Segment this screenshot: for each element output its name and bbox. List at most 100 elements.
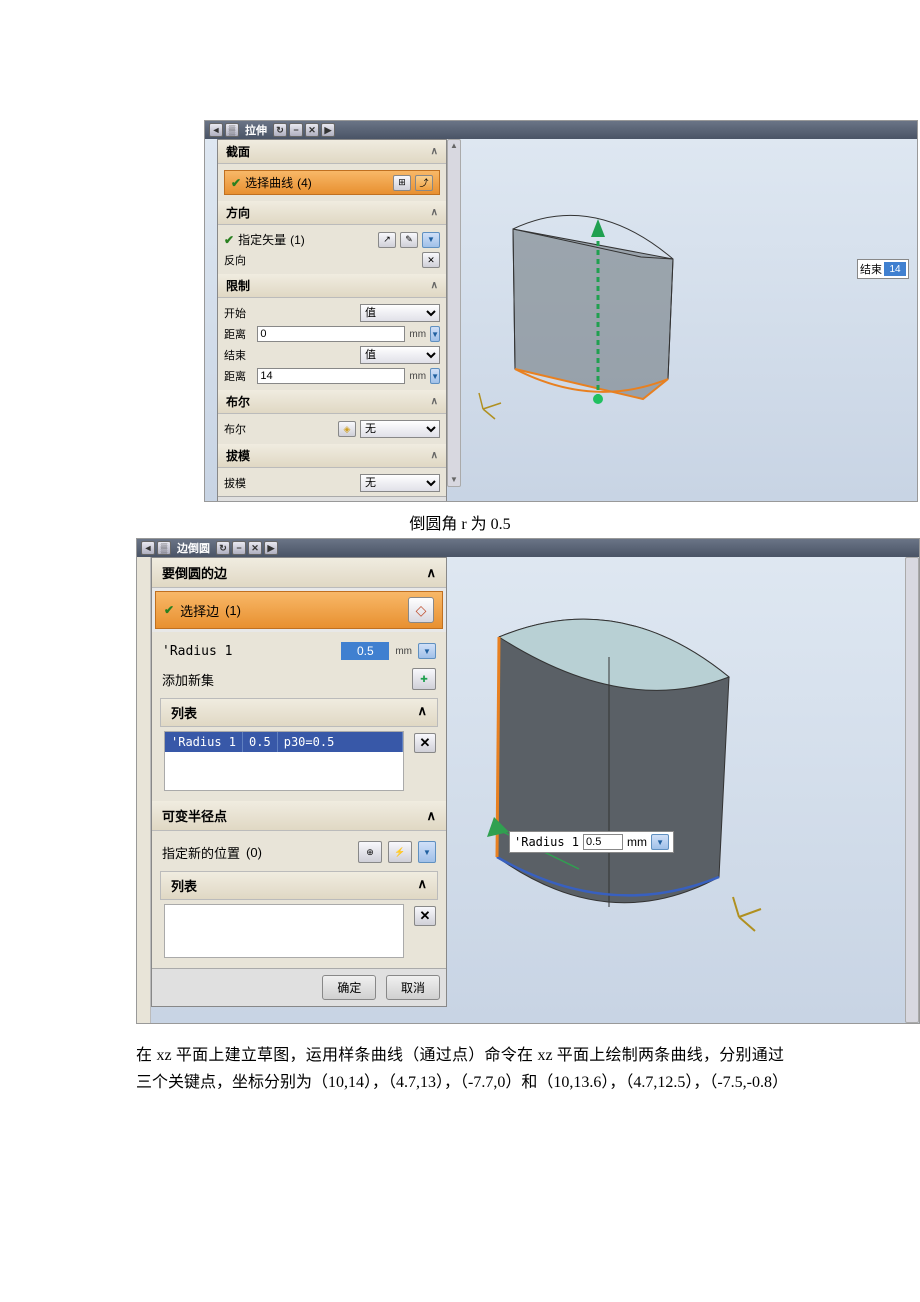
unit-label: mm xyxy=(409,371,426,382)
nav-fwd-button[interactable]: ▒ xyxy=(225,123,239,137)
dialog-title: 边倒圆 xyxy=(173,540,214,556)
radius-list[interactable]: 'Radius 1 0.5 p30=0.5 xyxy=(164,731,404,791)
list-cell-expr: p30=0.5 xyxy=(278,732,403,752)
cancel-button[interactable]: 取消 xyxy=(398,501,442,502)
edge-cube-icon[interactable]: ◇ xyxy=(408,597,434,623)
varpoint-list[interactable] xyxy=(164,904,404,958)
boolean-label: 布尔 xyxy=(224,421,284,437)
end-handle-label[interactable]: 结束 xyxy=(857,259,909,279)
body-paragraph: 在 xz 平面上建立草图，运用样条曲线（通过点）命令在 xz 平面上绘制两条曲线… xyxy=(0,1024,920,1136)
distance-label: 距离 xyxy=(224,326,249,342)
add-set-button[interactable]: ✚ xyxy=(412,668,436,690)
specify-new-label: 指定新的位置 xyxy=(162,843,240,862)
draft-label: 拔模 xyxy=(224,475,284,491)
end-label: 结束 xyxy=(224,347,284,363)
expand-button[interactable]: ▶ xyxy=(321,123,335,137)
reverse-direction-button[interactable]: ✕ xyxy=(422,252,440,268)
radius-dropdown[interactable]: ▼ xyxy=(418,643,436,659)
dialog-scrollbar[interactable] xyxy=(447,139,461,487)
expand-button[interactable]: ▶ xyxy=(264,541,278,555)
caret-up-icon: ∧ xyxy=(426,808,436,824)
select-curve-count: (4) xyxy=(297,176,312,190)
titlebar-edge-blend: ◄ ▒ 边倒圆 ↻ − ✕ ▶ xyxy=(137,539,919,557)
radius-handle-dropdown[interactable]: ▼ xyxy=(651,834,669,850)
section-varpoint-header[interactable]: 可变半径点∧ xyxy=(152,801,446,831)
add-set-label: 添加新集 xyxy=(162,670,214,689)
radius-handle-label[interactable]: 'Radius 1 mm ▼ xyxy=(509,831,674,853)
caret-up-icon: ∧ xyxy=(426,565,436,581)
start-label: 开始 xyxy=(224,305,284,321)
boolean-select[interactable]: 无 xyxy=(360,420,440,438)
select-edge-label: 选择边 xyxy=(180,601,219,620)
list-header[interactable]: 列表∧ xyxy=(160,698,438,727)
list-item[interactable]: 'Radius 1 0.5 p30=0.5 xyxy=(165,732,403,752)
extrude-dialog: 截面∧ ✔ 选择曲线 (4) ⊞ ⤴ 方向∧ ✔ 指定矢量 (1) ↗ ✎ ▼ xyxy=(217,139,447,502)
section-header-boolean[interactable]: 布尔∧ xyxy=(218,390,446,414)
section-header-section[interactable]: 截面∧ xyxy=(218,140,446,164)
list-cell-name: 'Radius 1 xyxy=(165,732,243,752)
none-icon: ◈ xyxy=(338,421,356,437)
undo-button[interactable]: ↻ xyxy=(273,123,287,137)
check-icon: ✔ xyxy=(224,233,234,247)
cancel-button[interactable]: 取消 xyxy=(386,975,440,1000)
inferred-vector-button[interactable]: ✎ xyxy=(400,232,418,248)
specify-new-count: (0) xyxy=(246,845,262,860)
dialog-title: 拉伸 xyxy=(241,122,271,138)
end-distance-input[interactable] xyxy=(257,368,405,384)
specify-vector-row: ✔ 指定矢量 (1) ↗ ✎ ▼ xyxy=(224,229,440,250)
select-edge-row[interactable]: ✔ 选择边 (1) ◇ xyxy=(155,591,443,629)
select-curve-row[interactable]: ✔ 选择曲线 (4) ⊞ ⤴ xyxy=(224,170,440,195)
point-dropdown[interactable]: ▼ xyxy=(418,841,436,863)
ok-button[interactable]: 确定 xyxy=(351,501,395,502)
radius-input[interactable] xyxy=(341,642,389,660)
unit-label: mm xyxy=(409,329,426,340)
sketch-section-button[interactable]: ⊞ xyxy=(393,175,411,191)
list2-header[interactable]: 列表∧ xyxy=(160,871,438,900)
section-header-limit[interactable]: 限制∧ xyxy=(218,274,446,298)
point-dialog-button[interactable]: ⊕ xyxy=(358,841,382,863)
reverse-direction-row: 反向 ✕ xyxy=(224,250,440,270)
start-type-select[interactable]: 值 xyxy=(360,304,440,322)
nav-back-button[interactable]: ◄ xyxy=(209,123,223,137)
section-header-direction[interactable]: 方向∧ xyxy=(218,201,446,225)
ok-button[interactable]: 确定 xyxy=(322,975,376,1000)
nav-back-button[interactable]: ◄ xyxy=(141,541,155,555)
end-type-select[interactable]: 值 xyxy=(360,346,440,364)
viewport-3d[interactable]: 'Radius 1 mm ▼ xyxy=(449,557,919,1023)
viewport-scrollbar[interactable] xyxy=(905,557,919,1023)
distance2-label: 距离 xyxy=(224,368,249,384)
draft-select[interactable]: 无 xyxy=(360,474,440,492)
minimize-button[interactable]: − xyxy=(289,123,303,137)
delete-varpoint-button[interactable]: ✕ xyxy=(414,906,436,926)
start-distance-input[interactable] xyxy=(257,326,405,342)
undo-button[interactable]: ↻ xyxy=(216,541,230,555)
check-icon: ✔ xyxy=(164,603,174,617)
radius-handle-input[interactable] xyxy=(583,834,623,850)
select-edge-count: (1) xyxy=(225,603,241,618)
specify-vector-label: 指定矢量 xyxy=(238,231,286,248)
close-button[interactable]: ✕ xyxy=(305,123,319,137)
delete-list-item-button[interactable]: ✕ xyxy=(414,733,436,753)
section-header-draft[interactable]: 拔模∧ xyxy=(218,444,446,468)
close-button[interactable]: ✕ xyxy=(248,541,262,555)
caret-up-icon: ∧ xyxy=(431,396,438,407)
vector-dialog-button[interactable]: ↗ xyxy=(378,232,396,248)
point-type-button[interactable]: ⚡ xyxy=(388,841,412,863)
minimize-button[interactable]: − xyxy=(232,541,246,555)
nav-fwd-button[interactable]: ▒ xyxy=(157,541,171,555)
titlebar-extrude: ◄ ▒ 拉伸 ↻ − ✕ ▶ xyxy=(205,121,917,139)
distance-dropdown[interactable]: ▼ xyxy=(430,326,440,342)
viewport-3d[interactable]: 结束 xyxy=(463,139,917,501)
caret-up-icon: ∧ xyxy=(417,703,427,722)
radius-label: 'Radius 1 xyxy=(162,644,232,659)
side-tab-strip xyxy=(137,557,151,1023)
caret-up-icon: ∧ xyxy=(431,207,438,218)
list-cell-val: 0.5 xyxy=(243,732,278,752)
distance2-dropdown[interactable]: ▼ xyxy=(430,368,440,384)
curve-rule-button[interactable]: ⤴ xyxy=(415,175,433,191)
vector-dropdown[interactable]: ▼ xyxy=(422,232,440,248)
end-handle-input[interactable] xyxy=(884,262,906,276)
caption-fillet: 倒圆角 r 为 0.5 xyxy=(0,502,920,538)
section-edges-header[interactable]: 要倒圆的边∧ xyxy=(152,558,446,588)
end-handle-text: 结束 xyxy=(860,261,882,277)
